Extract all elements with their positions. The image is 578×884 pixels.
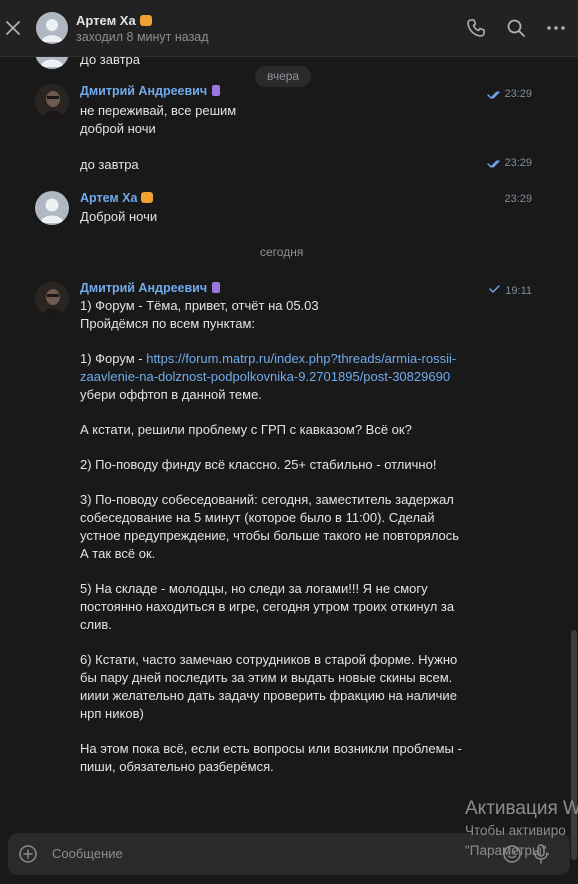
avatar[interactable] [35,57,69,69]
message-line: 1) Форум - Тёма, привет, отчёт на 05.03 [80,298,319,313]
message-line [80,439,520,456]
check-icon [489,285,500,293]
phone-icon[interactable] [465,17,487,39]
double-check-icon [487,160,500,168]
message-line: 2) По-поводу финду всё классно. 25+ стаб… [80,457,437,472]
forum-link[interactable]: zaavlenie-na-dolznost-podpolkovnika-9.27… [80,368,520,386]
double-check-icon [487,91,500,99]
message-time: 23:29 [504,157,532,169]
message-line: А так всё ок. [80,546,156,561]
message-line: убери оффтоп в данной теме. [80,387,262,402]
avatar[interactable] [35,282,69,316]
message-line: 3) По-поводу собеседований: сегодня, зам… [80,492,454,507]
message-body: 1) Форум - Тёма, привет, отчёт на 05.03 … [80,297,520,776]
message-line: На этом пока всё, если есть вопросы или … [80,741,462,756]
message-line: А кстати, решили проблему с ГРП с кавказ… [80,422,412,437]
message-text: не переживай, все решим [80,103,237,118]
message-text: доброй ночи [80,121,156,136]
chat-avatar[interactable] [36,12,68,44]
message-line: пиши, обязательно разберёмся. [80,759,274,774]
message-sender[interactable]: Артем Ха [80,191,154,205]
message-sender[interactable]: Дмитрий Андреевич [80,281,221,295]
message-text: Доброй ночи [80,209,158,224]
message-line [80,563,520,580]
chat-title[interactable]: Артем Ха [76,13,152,28]
message-line: устное предупреждение, чтобы больше тако… [80,528,460,543]
emoji-icon [212,282,221,293]
forum-link[interactable]: https://forum.matrp.ru/index.php?threads… [146,351,456,366]
date-separator: сегодня [260,245,304,259]
avatar[interactable] [35,84,69,118]
message-time: 23:29 [504,193,532,205]
message-line: 5) На складе - молодцы, но следи за лога… [80,581,428,596]
message-line: бы пару дней последить за этим и выдать … [80,670,453,685]
message-line [80,634,520,651]
message-line: нрп ников) [80,706,144,721]
message-line: 6) Кстати, часто замечаю сотрудников в с… [80,652,458,667]
message-text: до завтра [80,157,139,172]
activation-watermark-text: Чтобы активиро [465,823,566,838]
message-line [80,474,520,491]
chat-header: Артем Ха заходил 8 минут назад [0,0,578,57]
message-line: собеседование на 5 минут (которое было в… [80,510,435,525]
message-line: ииии желательно дать задачу проверить фр… [80,688,457,703]
scrollbar[interactable] [571,630,577,860]
emoji-icon [141,192,154,203]
date-separator: вчера [255,66,312,87]
message-line: 1) Форум - https://forum.matrp.ru/index.… [80,351,457,366]
message-line [80,333,520,350]
message-line [80,404,520,421]
close-icon[interactable] [3,17,23,39]
emoji-icon [212,85,221,96]
message-line [80,723,520,740]
message-sender[interactable]: Дмитрий Андреевич [80,84,221,98]
message-time: 23:29 [504,88,532,100]
message-list[interactable]: До завтра вчера Дмитрий Андреевич 23:29 … [0,57,578,827]
message-line: постоянно находиться в игре, сегодня утр… [80,599,455,614]
activation-watermark-title: Активация W [465,798,578,819]
message-line: Пройдёмся по всем пунктам: [80,316,256,331]
emoji-icon [139,15,152,26]
message-text: До завтра [80,57,141,67]
more-icon[interactable] [545,17,567,39]
attach-plus-icon[interactable] [18,844,38,867]
search-icon[interactable] [505,17,527,39]
message-input[interactable]: Сообщение [52,846,123,861]
activation-watermark-text: "Параметры". [465,843,551,858]
chat-status: заходил 8 минут назад [76,30,209,44]
avatar[interactable] [35,191,69,225]
message-time: 19:11 [505,285,532,297]
message-line: слив. [80,617,112,632]
